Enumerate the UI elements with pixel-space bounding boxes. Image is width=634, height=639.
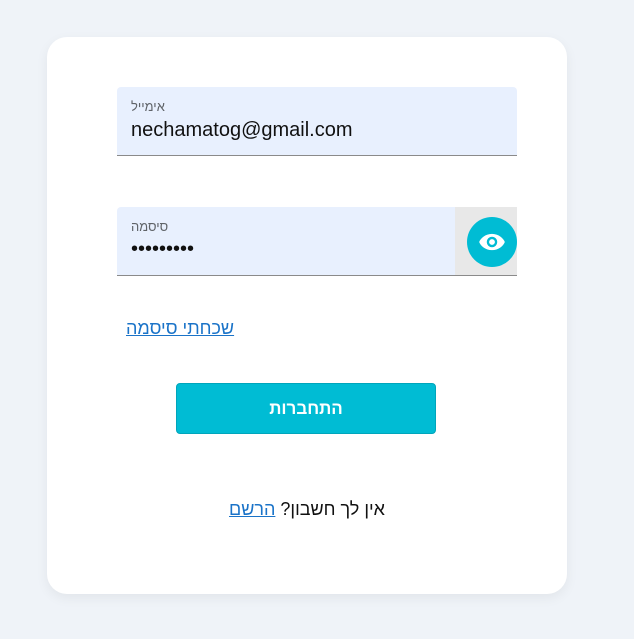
forgot-password-link[interactable]: שכחתי סיסמה bbox=[126, 318, 234, 339]
login-button[interactable]: התחברות bbox=[176, 383, 436, 434]
login-card: אימייל nechamatog@gmail.com סיסמה ••••••… bbox=[47, 37, 567, 594]
eye-icon bbox=[479, 233, 505, 251]
show-password-button[interactable] bbox=[467, 217, 517, 267]
signup-prompt-line: אין לך חשבון? הרשם bbox=[47, 499, 567, 520]
password-input[interactable]: ••••••••• bbox=[131, 238, 194, 261]
email-field-label: אימייל bbox=[131, 99, 165, 114]
password-field[interactable]: סיסמה ••••••••• bbox=[117, 207, 517, 276]
signup-link[interactable]: הרשם bbox=[229, 499, 275, 519]
email-field[interactable]: אימייל nechamatog@gmail.com bbox=[117, 87, 517, 156]
signup-prompt-text: אין לך חשבון? bbox=[280, 499, 385, 519]
email-input[interactable]: nechamatog@gmail.com bbox=[131, 119, 353, 142]
password-field-label: סיסמה bbox=[131, 219, 169, 234]
